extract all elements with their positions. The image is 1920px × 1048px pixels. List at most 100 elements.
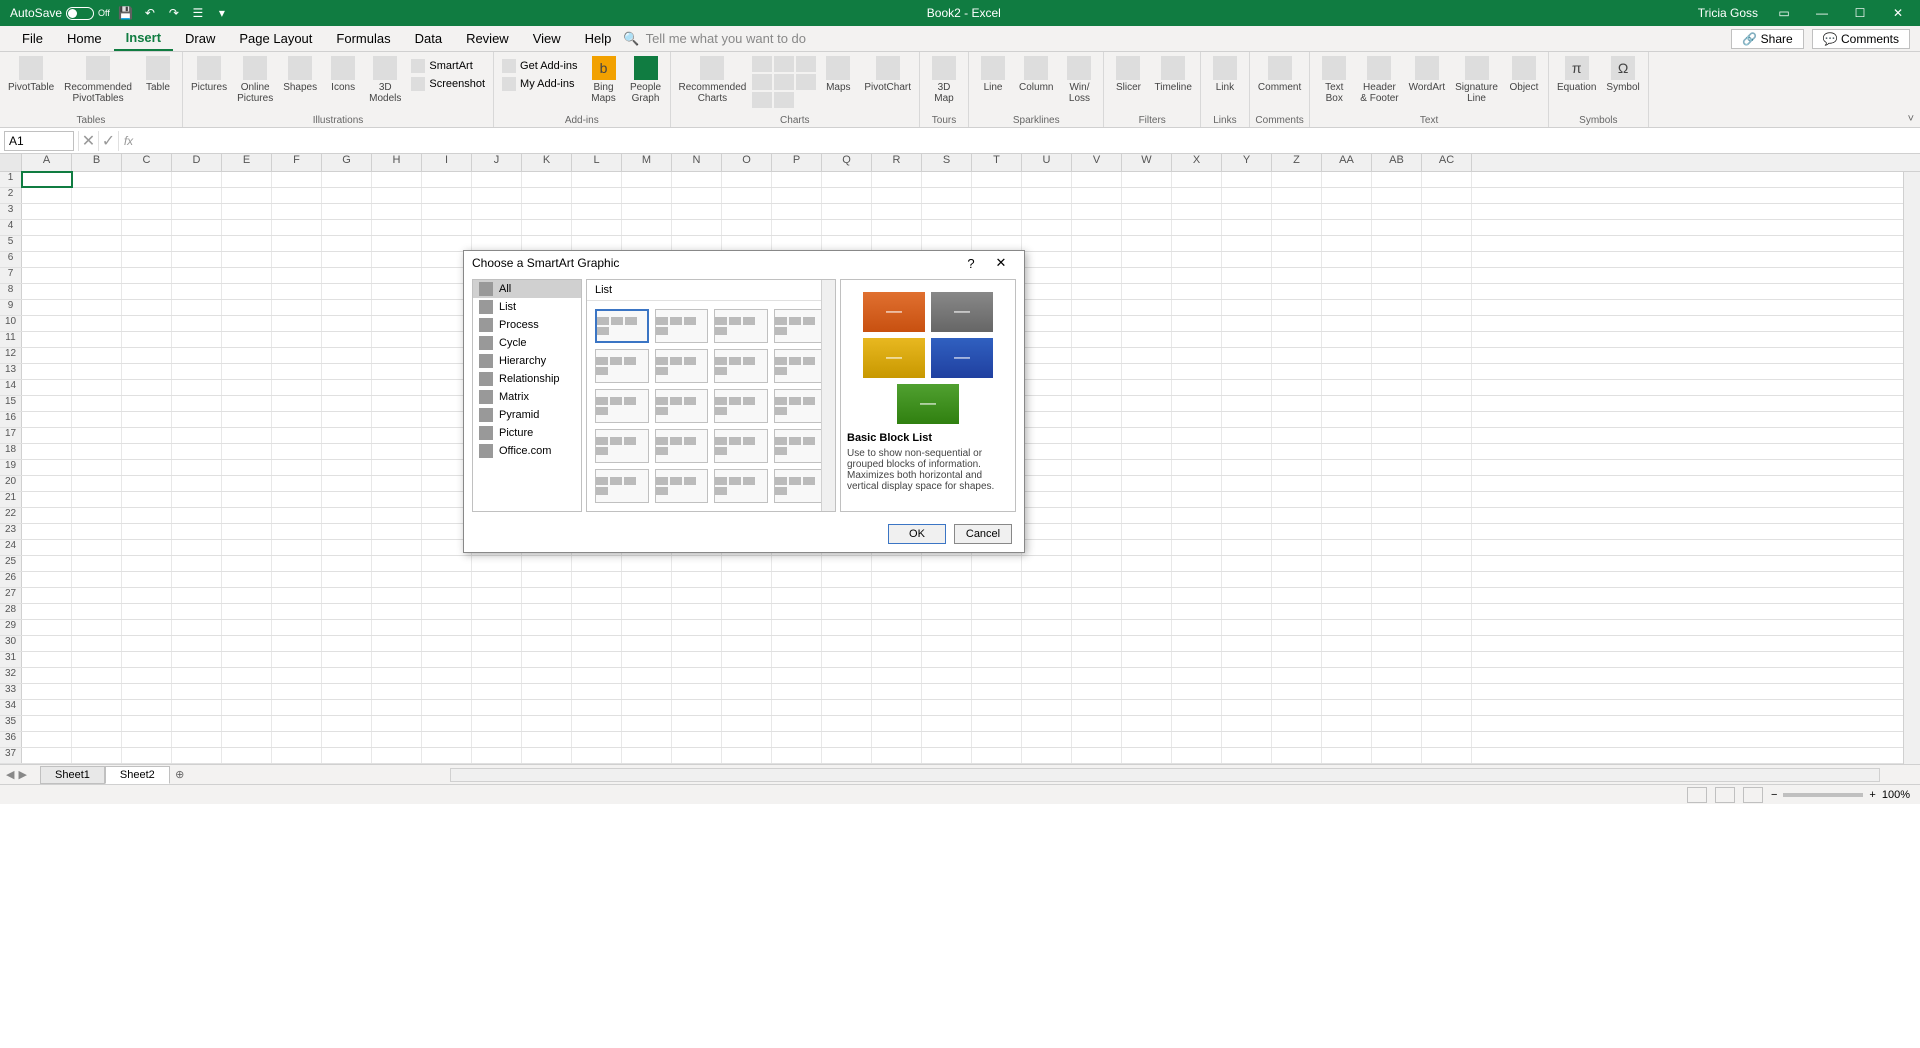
cell[interactable] [1072, 268, 1122, 283]
cell[interactable] [1222, 732, 1272, 747]
cell[interactable] [1172, 748, 1222, 763]
cell[interactable] [972, 716, 1022, 731]
cell[interactable] [1372, 188, 1422, 203]
cell[interactable] [872, 684, 922, 699]
cell[interactable] [72, 556, 122, 571]
cell[interactable] [1322, 348, 1372, 363]
cell[interactable] [22, 716, 72, 731]
cell[interactable] [22, 732, 72, 747]
cell[interactable] [1222, 172, 1272, 187]
cell[interactable] [372, 492, 422, 507]
new-sheet-button[interactable]: ⊕ [170, 768, 190, 781]
cell[interactable] [1122, 556, 1172, 571]
screenshot-button[interactable]: Screenshot [407, 76, 489, 92]
cell[interactable] [1122, 252, 1172, 267]
cell[interactable] [722, 588, 772, 603]
cell[interactable] [322, 716, 372, 731]
cell[interactable] [72, 380, 122, 395]
cell[interactable] [172, 732, 222, 747]
cell[interactable] [1272, 204, 1322, 219]
cell[interactable] [772, 716, 822, 731]
layout-scrollbar[interactable] [821, 280, 835, 511]
cell[interactable] [622, 556, 672, 571]
cell[interactable] [1372, 412, 1422, 427]
cell[interactable] [1072, 636, 1122, 651]
cell[interactable] [1272, 332, 1322, 347]
cell[interactable] [1122, 476, 1172, 491]
cell[interactable] [1372, 316, 1422, 331]
sparkline-column-button[interactable]: Column [1015, 54, 1057, 95]
textbox-button[interactable]: Text Box [1314, 54, 1354, 106]
cell[interactable] [972, 684, 1022, 699]
cell[interactable] [222, 348, 272, 363]
column-header[interactable]: T [972, 154, 1022, 171]
cell[interactable] [372, 364, 422, 379]
cell[interactable] [1022, 652, 1072, 667]
cell[interactable] [272, 348, 322, 363]
cell[interactable] [772, 684, 822, 699]
cell[interactable] [1172, 636, 1222, 651]
cell[interactable] [772, 204, 822, 219]
cell[interactable] [122, 316, 172, 331]
cell[interactable] [872, 652, 922, 667]
cell[interactable] [72, 492, 122, 507]
cell[interactable] [1422, 284, 1472, 299]
cell[interactable] [1172, 460, 1222, 475]
cell[interactable] [1022, 588, 1072, 603]
smartart-layout-thumb[interactable] [774, 309, 828, 343]
cell[interactable] [372, 572, 422, 587]
cell[interactable] [1172, 588, 1222, 603]
cell[interactable] [1122, 524, 1172, 539]
cell[interactable] [1072, 508, 1122, 523]
cell[interactable] [172, 748, 222, 763]
cell[interactable] [1072, 204, 1122, 219]
cell[interactable] [172, 268, 222, 283]
cell[interactable] [222, 636, 272, 651]
cell[interactable] [972, 572, 1022, 587]
column-header[interactable]: Y [1222, 154, 1272, 171]
cell[interactable] [1372, 556, 1422, 571]
cell[interactable] [472, 220, 522, 235]
cell[interactable] [1172, 732, 1222, 747]
autosave-toggle[interactable]: AutoSave Off [10, 6, 110, 20]
page-break-view-icon[interactable] [1743, 787, 1763, 803]
cell[interactable] [272, 604, 322, 619]
cell[interactable] [622, 636, 672, 651]
cell[interactable] [572, 716, 622, 731]
cell[interactable] [1372, 396, 1422, 411]
column-header[interactable]: O [722, 154, 772, 171]
cell[interactable] [1172, 348, 1222, 363]
cell[interactable] [1372, 380, 1422, 395]
cell[interactable] [922, 220, 972, 235]
cell[interactable] [322, 684, 372, 699]
cell[interactable] [1072, 716, 1122, 731]
cell[interactable] [822, 684, 872, 699]
cell[interactable] [172, 572, 222, 587]
cell[interactable] [122, 604, 172, 619]
cell[interactable] [122, 284, 172, 299]
cell[interactable] [922, 700, 972, 715]
cell[interactable] [672, 700, 722, 715]
cell[interactable] [922, 204, 972, 219]
cell[interactable] [322, 604, 372, 619]
cell[interactable] [372, 188, 422, 203]
object-button[interactable]: Object [1504, 54, 1544, 95]
cell[interactable] [122, 364, 172, 379]
cell[interactable] [872, 620, 922, 635]
cell[interactable] [272, 700, 322, 715]
cell[interactable] [372, 540, 422, 555]
cell[interactable] [222, 460, 272, 475]
cell[interactable] [1222, 508, 1272, 523]
cell[interactable] [872, 172, 922, 187]
tab-insert[interactable]: Insert [114, 26, 173, 51]
cell[interactable] [1372, 476, 1422, 491]
cell[interactable] [1172, 444, 1222, 459]
row-header[interactable]: 37 [0, 748, 22, 763]
cell[interactable] [972, 588, 1022, 603]
tab-view[interactable]: View [521, 26, 573, 51]
cell[interactable] [1172, 684, 1222, 699]
cell[interactable] [422, 700, 472, 715]
cell[interactable] [472, 748, 522, 763]
cell[interactable] [822, 732, 872, 747]
cell[interactable] [322, 300, 372, 315]
